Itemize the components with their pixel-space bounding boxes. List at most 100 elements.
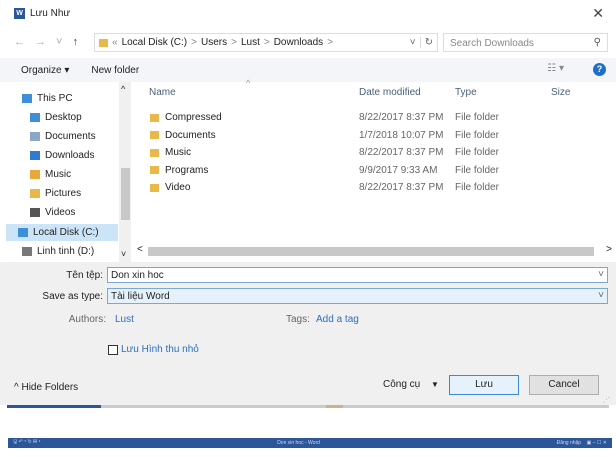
navigation-pane: This PC Desktop Documents Downloads Musi…: [0, 82, 133, 262]
scroll-up-icon[interactable]: ^: [121, 84, 125, 94]
address-bar[interactable]: « Local Disk (C:) > Users > Lust > Downl…: [94, 33, 438, 52]
sidebar-item-downloads[interactable]: Downloads: [30, 150, 94, 161]
checkbox-icon[interactable]: [108, 344, 118, 355]
filename-input[interactable]: Don xin hoc ˅: [107, 267, 608, 283]
save-options-pane: [0, 262, 616, 405]
sidebar-item-linh-tinh[interactable]: Linh tinh (D:): [22, 246, 94, 257]
sidebar-label: Pictures: [45, 188, 82, 199]
savetype-select[interactable]: Tài liệu Word ˅: [107, 288, 608, 304]
organize-button[interactable]: Organize ▾: [21, 65, 69, 76]
close-button[interactable]: ✕: [592, 5, 604, 22]
sort-ascending-icon: ^: [246, 78, 251, 88]
address-dropdown-icon[interactable]: ˅: [410, 37, 416, 48]
word-title-bar: 🖫 ↶ ▾ ↻ ▤ ▾ Don xin hoc - Word Đăng nhập…: [8, 438, 612, 448]
folder-icon: [150, 183, 159, 192]
file-date: 1/7/2018 10:07 PM: [359, 129, 444, 141]
scroll-down-icon[interactable]: ˅: [121, 249, 126, 259]
file-row[interactable]: Programs 9/9/2017 9:33 AM File folder: [150, 165, 499, 176]
file-row[interactable]: Compressed 8/22/2017 8:37 PM File folder: [150, 112, 499, 123]
savetype-value: Tài liệu Word: [111, 291, 170, 302]
file-type: File folder: [455, 182, 499, 193]
downloads-icon: [30, 151, 40, 160]
window-controls[interactable]: ▣ – ☐ ✕: [587, 440, 607, 446]
sidebar-item-music[interactable]: Music: [30, 169, 71, 180]
column-type[interactable]: Type: [455, 87, 477, 98]
sidebar-label: Downloads: [45, 150, 95, 161]
thumbnail-label: Lưu Hình thu nhỏ: [121, 344, 199, 355]
sidebar-item-documents[interactable]: Documents: [30, 131, 96, 142]
file-row[interactable]: Documents 1/7/2018 10:07 PM File folder: [150, 130, 499, 141]
breadcrumb-lust[interactable]: Lust: [241, 37, 260, 48]
sidebar-item-this-pc[interactable]: This PC: [22, 93, 73, 104]
breadcrumb-overflow[interactable]: «: [112, 37, 118, 48]
view-options-icon[interactable]: ☷ ▾: [547, 63, 564, 74]
tools-label: Công cụ: [383, 379, 421, 390]
word-background-strip: [101, 405, 609, 408]
breadcrumb-downloads[interactable]: Downloads: [274, 37, 323, 48]
up-button[interactable]: ↑: [72, 36, 78, 48]
nav-buttons: ← → ˅ ↑: [14, 36, 78, 48]
chevron-down-icon[interactable]: ˅: [598, 290, 604, 301]
column-name[interactable]: Name: [149, 87, 176, 98]
scroll-left-icon[interactable]: <: [137, 244, 143, 255]
breadcrumb-local-disk[interactable]: Local Disk (C:): [122, 37, 188, 48]
pictures-icon: [30, 189, 40, 198]
toolbar: Organize ▾ New folder: [0, 58, 616, 82]
file-row[interactable]: Music 8/22/2017 8:37 PM File folder: [150, 147, 499, 158]
drive-icon: [18, 228, 28, 237]
thumbnail-checkbox[interactable]: Lưu Hình thu nhỏ: [108, 344, 199, 355]
word-icon: W: [14, 8, 25, 19]
file-name: Programs: [165, 164, 209, 176]
folder-icon: [150, 166, 159, 174]
forward-button[interactable]: →: [35, 36, 46, 48]
dialog-title: W Lưu Như: [14, 8, 70, 19]
file-name: Video: [165, 182, 191, 193]
file-name: Music: [165, 147, 192, 158]
breadcrumb-users[interactable]: Users: [201, 37, 227, 48]
recent-dropdown[interactable]: ˅: [56, 36, 62, 48]
sign-in-link[interactable]: Đăng nhập: [557, 440, 581, 446]
cancel-button[interactable]: Cancel: [529, 375, 599, 395]
documents-icon: [30, 132, 40, 141]
word-background-mark: [326, 405, 343, 408]
sidebar-label: Desktop: [45, 112, 82, 123]
breadcrumb-sep[interactable]: >: [191, 37, 197, 48]
back-button[interactable]: ←: [14, 36, 25, 48]
sidebar-item-local-disk[interactable]: Local Disk (C:): [6, 224, 118, 241]
file-date: 8/22/2017 8:37 PM: [359, 147, 444, 158]
sidebar-scroll-thumb[interactable]: [121, 168, 130, 220]
scroll-right-icon[interactable]: >: [606, 244, 612, 255]
authors-label: Authors:: [68, 314, 106, 325]
tags-input[interactable]: Add a tag: [316, 314, 359, 325]
refresh-icon[interactable]: ↻: [419, 37, 437, 48]
music-icon: [30, 170, 40, 179]
breadcrumb-sep[interactable]: >: [231, 37, 237, 48]
sidebar-label: Linh tinh (D:): [37, 246, 95, 257]
sidebar-label: Videos: [45, 207, 76, 218]
quick-access-toolbar[interactable]: 🖫 ↶ ▾ ↻ ▤ ▾: [13, 439, 40, 447]
folder-icon: [99, 38, 108, 47]
sidebar-item-pictures[interactable]: Pictures: [30, 188, 81, 199]
sidebar-item-desktop[interactable]: Desktop: [30, 112, 82, 123]
sidebar-item-videos[interactable]: Videos: [30, 207, 75, 218]
search-input[interactable]: Search Downloads ⚲: [443, 33, 608, 52]
sidebar-label: Documents: [45, 131, 96, 142]
breadcrumb-sep[interactable]: >: [264, 37, 270, 48]
resize-grip-icon[interactable]: ⋰: [603, 396, 610, 404]
breadcrumb-sep[interactable]: >: [327, 37, 333, 48]
hide-folders-button[interactable]: ^ Hide Folders: [14, 382, 78, 393]
file-row[interactable]: Video 8/22/2017 8:37 PM File folder: [150, 182, 499, 193]
authors-value[interactable]: Lust: [115, 314, 134, 325]
column-date-modified[interactable]: Date modified: [359, 87, 421, 98]
help-icon[interactable]: ?: [593, 63, 606, 76]
column-size[interactable]: Size: [551, 87, 570, 98]
tools-button[interactable]: Công cụ ▼: [383, 379, 439, 390]
new-folder-button[interactable]: New folder: [91, 65, 139, 76]
drive-icon: [22, 247, 32, 256]
file-name: Compressed: [165, 112, 222, 123]
search-placeholder: Search Downloads: [450, 38, 534, 49]
chevron-down-icon[interactable]: ˅: [598, 269, 604, 280]
sidebar-label: Music: [45, 169, 72, 180]
hscroll-thumb[interactable]: [148, 247, 594, 256]
save-button[interactable]: Lưu: [449, 375, 519, 395]
